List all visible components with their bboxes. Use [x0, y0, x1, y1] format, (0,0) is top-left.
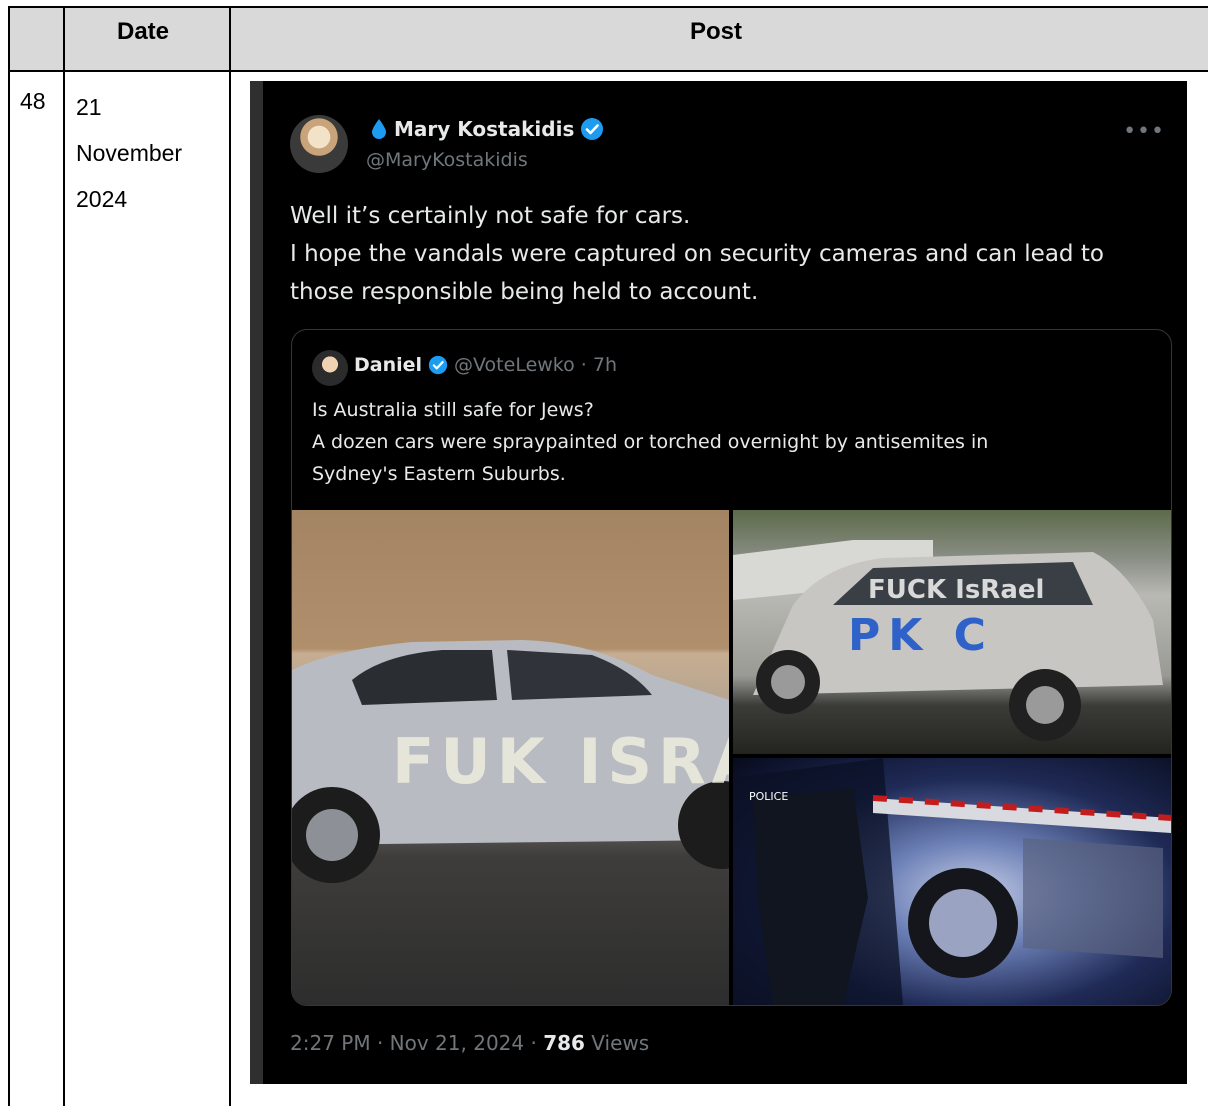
- tweet-left-rule: [250, 81, 263, 1084]
- date-month: November: [76, 140, 183, 166]
- tweet-body-line: Well it’s certainly not safe for cars.: [290, 203, 691, 229]
- row-number: 48: [20, 88, 46, 114]
- header-post: Post: [690, 18, 743, 45]
- quoted-tweet[interactable]: Daniel @VoteLewko · 7h Is Australia stil…: [291, 329, 1172, 1006]
- more-dots-icon[interactable]: •••: [1123, 119, 1165, 144]
- quote-text: Is Australia still safe for Jews? A doze…: [312, 394, 1152, 490]
- timestamp-datetime: 2:27 PM · Nov 21, 2024 ·: [290, 1031, 544, 1055]
- water-drop-icon: [372, 119, 386, 139]
- date-year: 2024: [76, 186, 128, 212]
- table-col-divider-1: [63, 6, 65, 1106]
- police-scene-illustration: [733, 758, 1171, 1005]
- verified-badge-icon: [428, 355, 448, 375]
- sedan-graffiti-text: FUK ISRA: [392, 725, 729, 798]
- quote-text-line: Is Australia still safe for Jews?: [312, 399, 594, 421]
- quote-text-line: A dozen cars were spraypainted or torche…: [312, 431, 989, 453]
- author-name-row: Mary Kostakidis: [370, 117, 604, 141]
- tweet-body-line: those responsible being held to account.: [290, 279, 759, 305]
- table-border-left: [8, 6, 10, 1106]
- suv-graffiti-top: FUCK IsRael: [868, 575, 1045, 605]
- author-handle: @MaryKostakidis: [366, 149, 528, 171]
- suv-graffiti-bottom: PK C: [848, 610, 994, 661]
- quote-text-line: Sydney's Eastern Suburbs.: [312, 463, 566, 485]
- date-cell: 21 November 2024: [76, 84, 182, 222]
- photo-police-burnt-car[interactable]: POLICE: [733, 758, 1171, 1005]
- tweet-body: Well it’s certainly not safe for cars. I…: [290, 197, 1170, 311]
- tweet-body-line: I hope the vandals were captured on secu…: [290, 241, 1104, 267]
- tweet-timestamp: 2:27 PM · Nov 21, 2024 · 786 Views: [290, 1031, 649, 1055]
- tweet-screenshot: Mary Kostakidis @MaryKostakidis ••• Well…: [250, 81, 1187, 1084]
- verified-badge-icon: [581, 118, 604, 140]
- header-date: Date: [117, 18, 170, 45]
- police-label: POLICE: [749, 790, 789, 803]
- author-avatar: [290, 115, 348, 173]
- views-count: 786: [543, 1031, 585, 1055]
- quote-handle-time: @VoteLewko · 7h: [454, 354, 617, 376]
- author-name: Mary Kostakidis: [394, 117, 575, 141]
- quote-author-name: Daniel: [354, 354, 423, 376]
- quote-author-avatar: [312, 350, 348, 386]
- quote-media-grid: FUK ISRA FUCK IsRael PK C POLICE: [292, 510, 1171, 1005]
- date-day: 21: [76, 94, 102, 120]
- table-border-top: [8, 6, 1208, 8]
- quote-header: Daniel @VoteLewko · 7h: [354, 354, 617, 376]
- table-header-divider: [8, 70, 1208, 72]
- photo-sedan-graffiti[interactable]: FUK ISRA: [292, 510, 729, 1005]
- views-label: Views: [584, 1031, 650, 1055]
- table-header-row: [8, 7, 1208, 70]
- photo-suv-graffiti[interactable]: FUCK IsRael PK C: [733, 510, 1171, 754]
- table-col-divider-2: [229, 6, 231, 1106]
